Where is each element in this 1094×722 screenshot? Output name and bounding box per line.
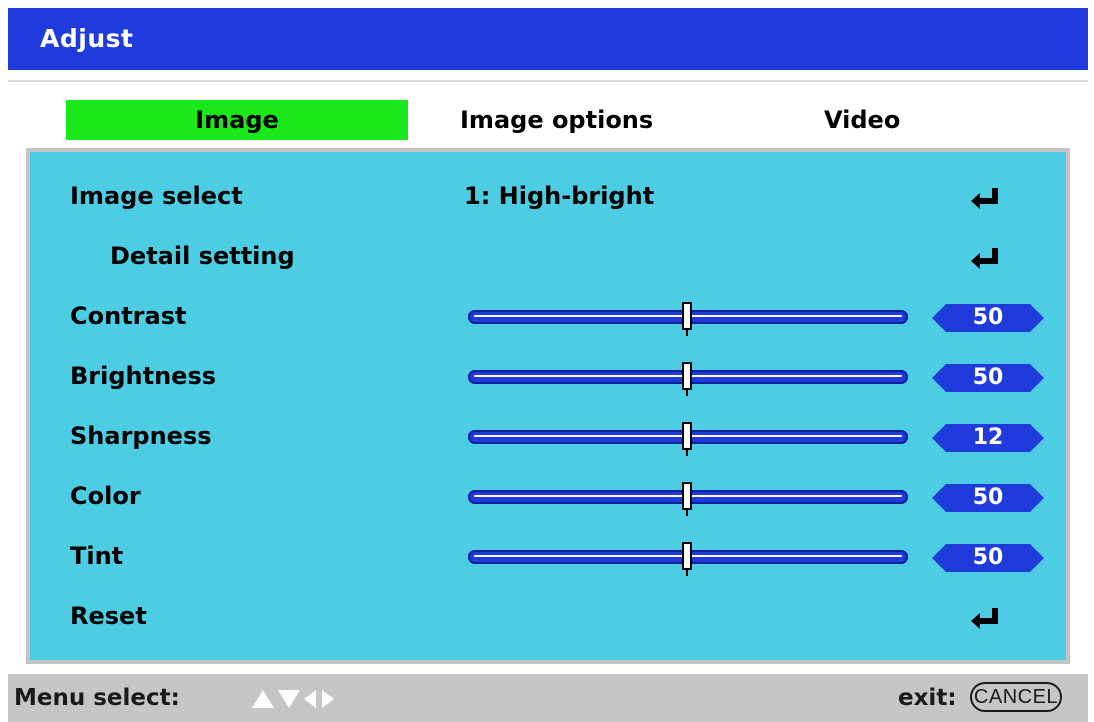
tint-label: Tint: [70, 542, 124, 570]
reset-label[interactable]: Reset: [70, 600, 147, 632]
brightness-value: 50: [972, 365, 1004, 390]
color-value: 50: [972, 485, 1004, 510]
sharpness-slider[interactable]: [468, 422, 916, 456]
tint-value-badge: 50: [932, 544, 1044, 572]
contrast-label: Contrast: [70, 302, 187, 330]
tint-slider[interactable]: [468, 542, 916, 576]
slider-knob[interactable]: [682, 302, 692, 330]
slider-center-tick: [686, 510, 688, 516]
menu-select-label: Menu select:: [14, 685, 180, 711]
brightness-slider[interactable]: [468, 362, 916, 396]
sharpness-value: 12: [972, 425, 1004, 450]
tab-video[interactable]: Video: [824, 100, 900, 140]
footer-bar: Menu select: exit: CANCEL: [8, 674, 1088, 722]
slider-knob[interactable]: [682, 542, 692, 570]
color-label: Color: [70, 482, 141, 510]
contrast-value-badge: 50: [932, 304, 1044, 332]
color-slider[interactable]: [468, 482, 916, 516]
enter-icon[interactable]: [970, 186, 1002, 210]
enter-icon[interactable]: [970, 246, 1002, 270]
brightness-label: Brightness: [70, 362, 217, 390]
enter-icon[interactable]: [970, 606, 1002, 630]
image-select-label[interactable]: Image select: [70, 180, 243, 212]
slider-center-tick: [686, 450, 688, 456]
color-value-badge: 50: [932, 484, 1044, 512]
tab-image[interactable]: Image: [66, 100, 408, 140]
slider-knob[interactable]: [682, 362, 692, 390]
tab-image-options[interactable]: Image options: [460, 100, 653, 140]
image-select-value: 1: High-bright: [464, 182, 655, 210]
exit-label: exit:: [898, 685, 957, 711]
slider-center-tick: [686, 570, 688, 576]
slider-knob[interactable]: [682, 422, 692, 450]
contrast-value: 50: [972, 305, 1004, 330]
settings-panel: Image select 1: High-bright Detail setti…: [26, 148, 1070, 664]
cancel-button[interactable]: CANCEL: [970, 682, 1062, 712]
detail-setting-label[interactable]: Detail setting: [110, 240, 295, 272]
adjust-window: Adjust Image Image options Video Image s…: [8, 8, 1088, 722]
sharpness-value-badge: 12: [932, 424, 1044, 452]
nav-arrows-icon: [252, 690, 334, 708]
menu-frame: Image Image options Video Image select 1…: [8, 80, 1088, 666]
slider-center-tick: [686, 330, 688, 336]
title-bar: Adjust: [8, 8, 1088, 80]
contrast-slider[interactable]: [468, 302, 916, 336]
brightness-value-badge: 50: [932, 364, 1044, 392]
tint-value: 50: [972, 545, 1004, 570]
slider-knob[interactable]: [682, 482, 692, 510]
slider-center-tick: [686, 390, 688, 396]
window-title: Adjust: [40, 24, 134, 53]
sharpness-label: Sharpness: [70, 422, 212, 450]
